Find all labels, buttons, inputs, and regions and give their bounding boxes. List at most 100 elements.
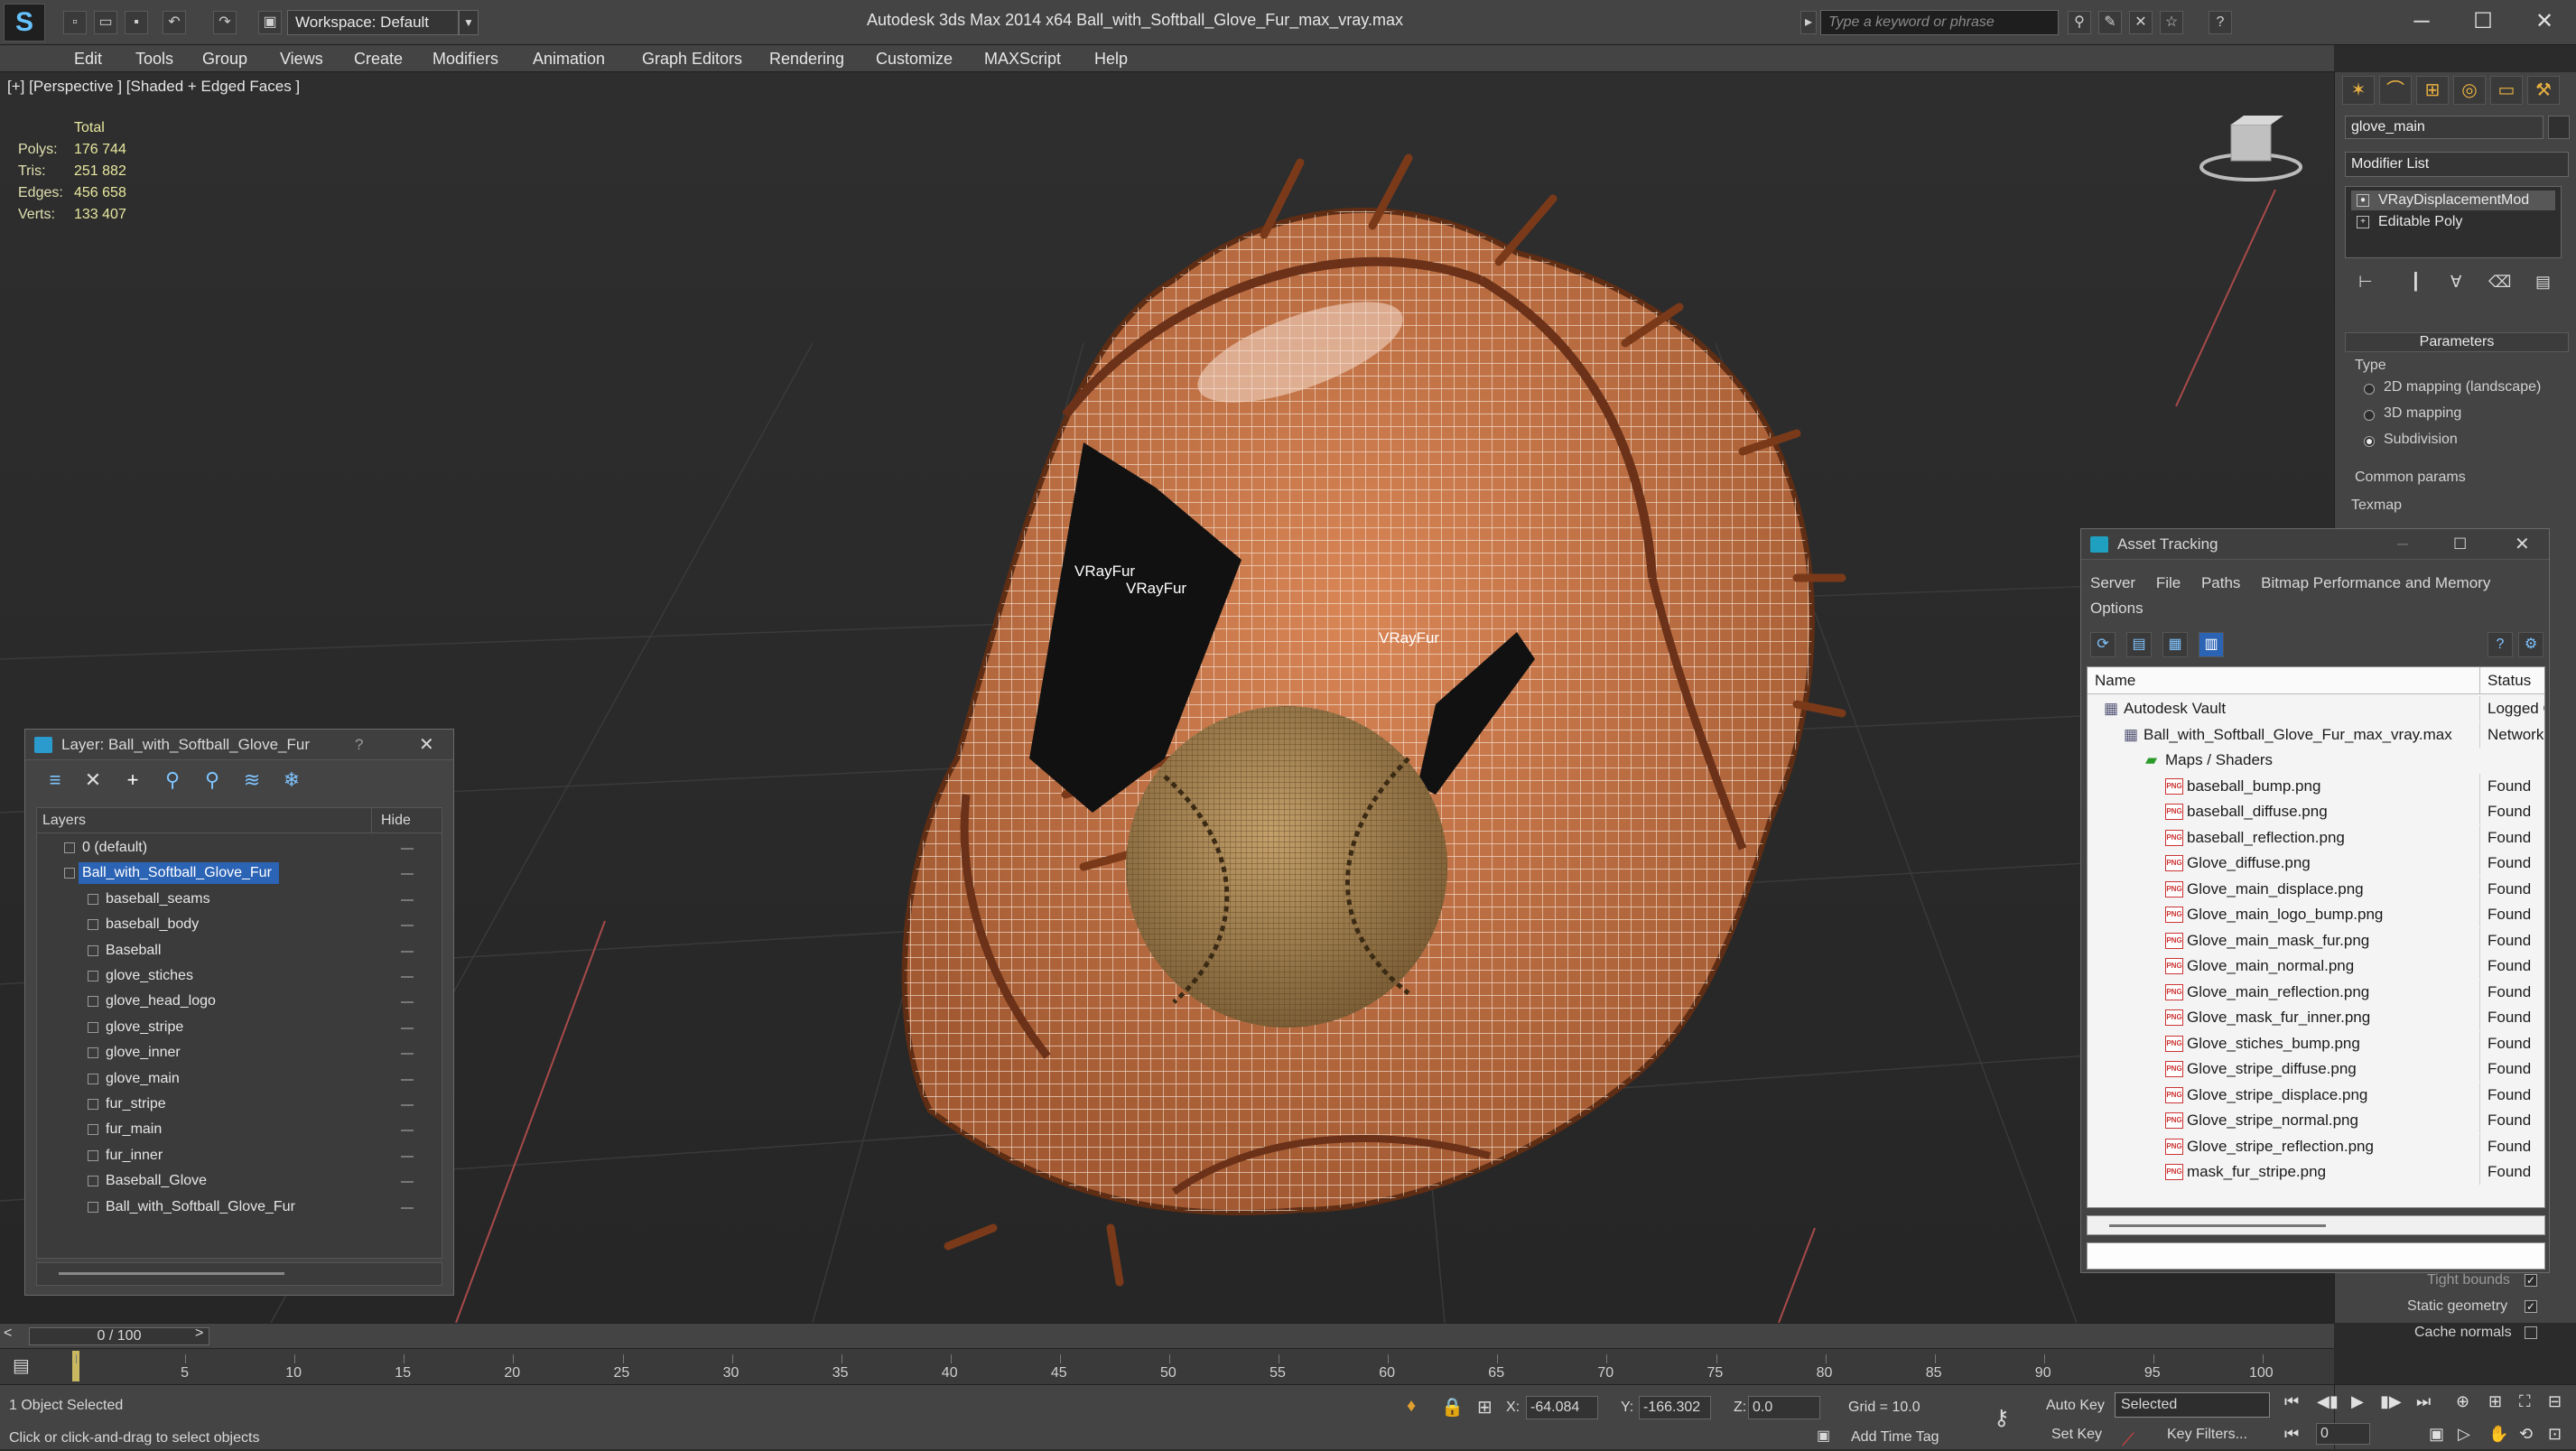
undo-icon[interactable]: ↶ — [163, 11, 186, 34]
current-frame-field[interactable]: 0 — [2316, 1423, 2370, 1445]
hide-toggle[interactable] — [401, 1001, 414, 1004]
menu-paths[interactable]: Paths — [2201, 574, 2240, 591]
hierarchy-tab-icon[interactable]: ⊞ — [2416, 76, 2449, 105]
hide-toggle[interactable] — [401, 1155, 414, 1158]
search-expand-icon[interactable]: ▸ — [1800, 11, 1817, 34]
help-icon[interactable]: ? — [2488, 632, 2513, 657]
go-to-end-icon[interactable]: ⏭ — [2416, 1392, 2431, 1411]
layer-name[interactable]: fur_inner — [102, 1145, 170, 1167]
col-name[interactable]: Name — [2095, 667, 2135, 694]
list-view-icon[interactable]: ▤ — [2126, 632, 2152, 657]
layer-name[interactable]: Baseball_Glove — [102, 1170, 214, 1192]
show-end-result-icon[interactable]: ┃ — [2411, 273, 2421, 292]
orbit-icon[interactable]: ⟲ — [2519, 1425, 2533, 1444]
help-icon[interactable]: ? — [2209, 11, 2232, 34]
close-button[interactable]: ✕ — [2517, 5, 2571, 38]
delete-layer-icon[interactable]: ✕ — [81, 769, 105, 793]
save-file-icon[interactable]: ▪ — [125, 11, 148, 34]
object-name-field[interactable]: glove_main — [2345, 116, 2543, 139]
menu-edit[interactable]: Edit — [74, 50, 102, 69]
layer-name[interactable]: glove_main — [102, 1068, 187, 1090]
menu-graph-editors[interactable]: Graph Editors — [642, 50, 742, 69]
maximize-button[interactable]: ☐ — [2453, 529, 2467, 560]
prev-frame-arrow-icon[interactable]: < — [4, 1325, 12, 1342]
asset-row[interactable]: PNG mask_fur_stripe.png Found — [2088, 1159, 2544, 1186]
asset-row[interactable]: PNG baseball_bump.png Found — [2088, 773, 2544, 800]
x-coordinate-field[interactable]: -64.084 — [1526, 1396, 1598, 1419]
hide-toggle[interactable] — [401, 1130, 414, 1132]
scrollbar-thumb[interactable] — [59, 1272, 284, 1275]
layer-name[interactable]: 0 (default) — [79, 837, 154, 859]
asset-path-field[interactable] — [2087, 1242, 2545, 1270]
layer-name[interactable]: Ball_with_Softball_Glove_Fur — [102, 1196, 302, 1218]
motion-tab-icon[interactable]: ◎ — [2453, 76, 2486, 105]
create-layer-icon[interactable]: ≡ — [43, 769, 67, 793]
asset-row[interactable]: PNG Glove_main_displace.png Found — [2088, 876, 2544, 903]
menu-bitmap-performance[interactable]: Bitmap Performance and Memory — [2261, 574, 2490, 591]
layer-name[interactable]: Baseball — [102, 940, 168, 962]
col-layers[interactable]: Layers — [42, 808, 86, 833]
hide-toggle[interactable] — [401, 950, 414, 953]
layer-row[interactable]: fur_stripe — [37, 1092, 442, 1117]
mini-curve-editor-icon[interactable]: ▤ — [13, 1354, 30, 1377]
minimize-button[interactable]: ─ — [2397, 529, 2408, 560]
layer-row[interactable]: Ball_with_Softball_Glove_Fur — [37, 1195, 442, 1220]
hide-toggle[interactable] — [401, 1206, 414, 1209]
asset-window-titlebar[interactable]: Asset Tracking ─ ☐ ✕ — [2081, 529, 2549, 560]
previous-frame-icon[interactable]: ◀▮ — [2317, 1392, 2339, 1411]
close-icon[interactable]: ✕ — [2515, 529, 2530, 560]
set-key-button[interactable]: Set Key — [2051, 1427, 2102, 1443]
exchange-icon[interactable]: ✕ — [2129, 11, 2153, 34]
layer-name[interactable]: baseball_seams — [102, 888, 218, 910]
asset-row[interactable]: PNG Glove_main_normal.png Found — [2088, 953, 2544, 980]
key-mode-icon[interactable]: ⏮ — [2284, 1425, 2299, 1444]
next-frame-arrow-icon[interactable]: > — [195, 1325, 203, 1342]
asset-row[interactable]: PNG Glove_stiches_bump.png Found — [2088, 1030, 2544, 1057]
add-time-tag[interactable]: Add Time Tag — [1851, 1429, 1939, 1446]
z-coordinate-field[interactable]: 0.0 — [1748, 1396, 1820, 1419]
asset-row[interactable]: PNG baseball_reflection.png Found — [2088, 824, 2544, 851]
layer-row[interactable]: Baseball — [37, 938, 442, 963]
refresh-icon[interactable]: ⟳ — [2090, 632, 2116, 657]
redo-icon[interactable]: ↷ — [213, 11, 237, 34]
display-tab-icon[interactable]: ▭ — [2490, 76, 2523, 105]
layer-row[interactable]: glove_inner — [37, 1040, 442, 1065]
layer-row[interactable]: baseball_seams — [37, 887, 442, 912]
remove-modifier-icon[interactable]: ⌫ — [2488, 273, 2511, 292]
time-slider[interactable]: 0 / 100 — [29, 1327, 209, 1345]
menu-server[interactable]: Server — [2090, 574, 2135, 591]
hide-toggle[interactable] — [401, 1053, 414, 1056]
search-input[interactable]: Type a keyword or phrase — [1820, 10, 2059, 35]
make-unique-icon[interactable]: ∀ — [2450, 273, 2461, 292]
maximize-button[interactable]: ☐ — [2456, 5, 2510, 38]
col-status[interactable]: Status — [2479, 667, 2531, 694]
layer-row[interactable]: baseball_body — [37, 912, 442, 937]
create-tab-icon[interactable]: ✶ — [2342, 76, 2375, 105]
menu-maxscript[interactable]: MAXScript — [984, 50, 1061, 69]
asset-row[interactable]: PNG Glove_stripe_reflection.png Found — [2088, 1133, 2544, 1160]
app-menu-button[interactable]: S — [4, 4, 45, 42]
utilities-tab-icon[interactable]: ⚒ — [2527, 76, 2560, 105]
asset-row[interactable]: ▦ Autodesk Vault Logged O — [2088, 696, 2544, 722]
time-tag-icon[interactable]: ▣ — [1817, 1427, 1830, 1445]
layer-name[interactable]: glove_stripe — [102, 1017, 191, 1038]
zoom-all-icon[interactable]: ⊞ — [2488, 1392, 2502, 1411]
horizontal-scrollbar[interactable] — [36, 1262, 442, 1286]
menu-create[interactable]: Create — [354, 50, 403, 69]
communication-icon[interactable]: ✎ — [2098, 11, 2122, 34]
maximize-viewport-icon[interactable]: ⊡ — [2548, 1425, 2562, 1444]
radio-3d-mapping[interactable] — [2364, 410, 2375, 421]
hide-toggle[interactable] — [401, 1027, 414, 1029]
chevron-down-icon[interactable]: ▼ — [459, 10, 479, 35]
asset-row[interactable]: PNG Glove_main_reflection.png Found — [2088, 979, 2544, 1006]
project-folder-icon[interactable]: ▣ — [258, 11, 282, 34]
layer-name[interactable]: glove_inner — [102, 1042, 188, 1064]
new-file-icon[interactable]: ▫ — [63, 11, 87, 34]
field-of-view-icon[interactable]: ▷ — [2458, 1425, 2470, 1444]
hide-toggle[interactable] — [401, 1181, 414, 1184]
hide-toggle[interactable] — [401, 925, 414, 927]
track-bar[interactable]: ▤ 5 10 15 20 25 30 35 40 45 50 55 60 65 70 75 80 85 90 95 1… — [0, 1348, 2334, 1384]
menu-group[interactable]: Group — [202, 50, 247, 69]
menu-customize[interactable]: Customize — [876, 50, 953, 69]
go-to-start-icon[interactable]: ⏮ — [2284, 1392, 2299, 1411]
